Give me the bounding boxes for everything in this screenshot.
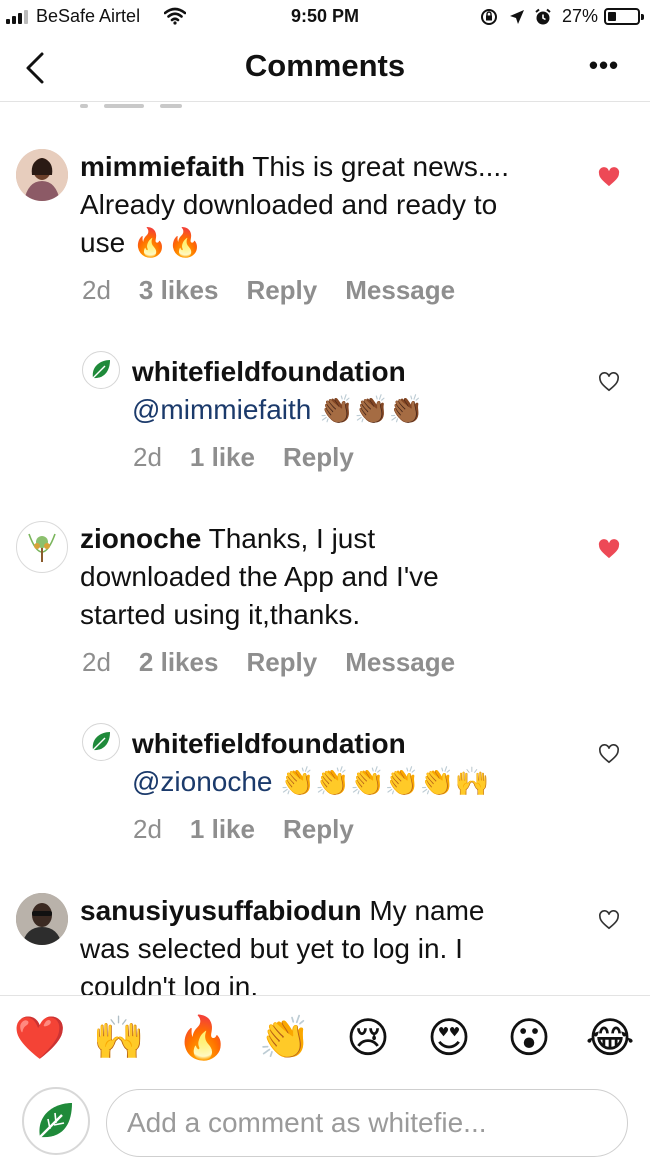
comment-username[interactable]: mimmiefaith [80,151,245,182]
emoji-crying-button[interactable]: 😢 [340,1010,396,1066]
comment-username[interactable]: zionoche [80,523,201,554]
comment-text-line: started using it,thanks. [80,599,361,630]
current-user-avatar [22,1087,90,1155]
heart-outline-icon[interactable] [598,910,620,930]
comment-meta: 2d 3 likes Reply Message [82,275,455,306]
reply-button[interactable]: Reply [246,647,317,678]
comment-text-line: Thanks, I just [208,523,376,554]
comment-username[interactable]: sanusiyusuffabiodun [80,895,362,926]
comment-time: 2d [82,647,111,677]
nav-header: Comments ••• [0,36,650,102]
comment-body: whitefieldfoundation @mimmiefaith 👏🏾👏🏾👏🏾 [132,353,572,429]
comment-emojis: 👏🏾👏🏾👏🏾 [319,394,424,425]
user-photo-icon [16,893,68,945]
status-bar: BeSafe Airtel 9:50 PM 27% [0,0,650,36]
comment-text-line: My name [369,895,485,926]
message-button[interactable]: Message [345,275,455,306]
tree-logo-icon [28,533,56,562]
clock: 9:50 PM [290,6,360,26]
comment-text-line: use 🔥🔥 [80,227,203,258]
comment-text-line: downloaded the App and I've [80,561,439,592]
comment-time: 2d [133,814,162,844]
emoji-heart-button[interactable]: ❤️ [12,1010,68,1066]
location-icon [510,10,524,24]
comment-composer [0,1081,650,1170]
comment-text-line: This is great news.... [252,151,509,182]
comment-meta: 2d 1 like Reply [133,814,354,845]
reply-button[interactable]: Reply [283,442,354,473]
likes-count[interactable]: 3 likes [139,275,219,306]
emoji-surprised-button[interactable]: 😮 [501,1010,557,1066]
likes-count[interactable]: 1 like [190,442,255,473]
likes-count[interactable]: 2 likes [139,647,219,678]
emoji-fire-button[interactable]: 🔥 [175,1010,231,1066]
likes-count[interactable]: 1 like [190,814,255,845]
comment-username[interactable]: whitefieldfoundation [132,725,592,763]
heart-filled-icon[interactable] [598,167,620,187]
heart-outline-icon[interactable] [598,372,620,392]
comment-time: 2d [82,275,111,305]
comment-text-line: was selected but yet to log in. I [80,933,463,964]
user-photo-icon [16,149,68,201]
mention-link[interactable]: @mimmiefaith [132,394,311,425]
comment-body: whitefieldfoundation @zionoche 👏👏👏👏👏🙌 [132,725,592,801]
previous-comment-fragment [80,103,220,108]
comment-input[interactable] [106,1089,628,1157]
avatar[interactable] [82,351,120,389]
emoji-quick-bar: ❤️ 🙌 🔥 👏 😢 😍 😮 😂 [0,995,650,1081]
comment-body: sanusiyusuffabiodun My name was selected… [80,892,590,995]
comment-text-line: Already downloaded and ready to [80,189,498,220]
comment-time: 2d [133,442,162,472]
comment-meta: 2d 1 like Reply [133,442,354,473]
leaf-logo-icon [92,360,110,379]
heart-outline-icon[interactable] [598,744,620,764]
alarm-icon [535,8,551,25]
more-options-button[interactable]: ••• [584,50,624,84]
reply-button[interactable]: Reply [283,814,354,845]
comment-text-line: couldn't log in. [80,971,259,995]
battery-percentage: 27% [562,6,599,26]
avatar[interactable] [16,521,68,573]
avatar[interactable] [82,723,120,761]
comment-meta: 2d 2 likes Reply Message [82,647,455,678]
comment-username[interactable]: whitefieldfoundation [132,353,572,391]
comment-body: zionoche Thanks, I just downloaded the A… [80,520,580,634]
battery-icon [604,8,644,25]
rotation-lock-icon [481,9,497,25]
emoji-tears-of-joy-button[interactable]: 😂 [582,1010,638,1066]
avatar[interactable] [16,149,68,201]
page-title: Comments [244,48,406,83]
leaf-logo-icon [92,732,110,751]
comment-emojis: 👏👏👏👏👏🙌 [280,766,490,797]
comment-body: mimmiefaith This is great news.... Alrea… [80,148,580,262]
emoji-heart-eyes-button[interactable]: 😍 [421,1010,477,1066]
heart-filled-icon[interactable] [598,539,620,559]
avatar[interactable] [16,893,68,945]
leaf-logo-icon [39,1103,72,1138]
comments-list[interactable]: mimmiefaith This is great news.... Alrea… [0,103,650,995]
reply-button[interactable]: Reply [246,275,317,306]
emoji-raised-hands-button[interactable]: 🙌 [91,1010,147,1066]
mention-link[interactable]: @zionoche [132,766,273,797]
emoji-clap-button[interactable]: 👏 [257,1010,313,1066]
message-button[interactable]: Message [345,647,455,678]
